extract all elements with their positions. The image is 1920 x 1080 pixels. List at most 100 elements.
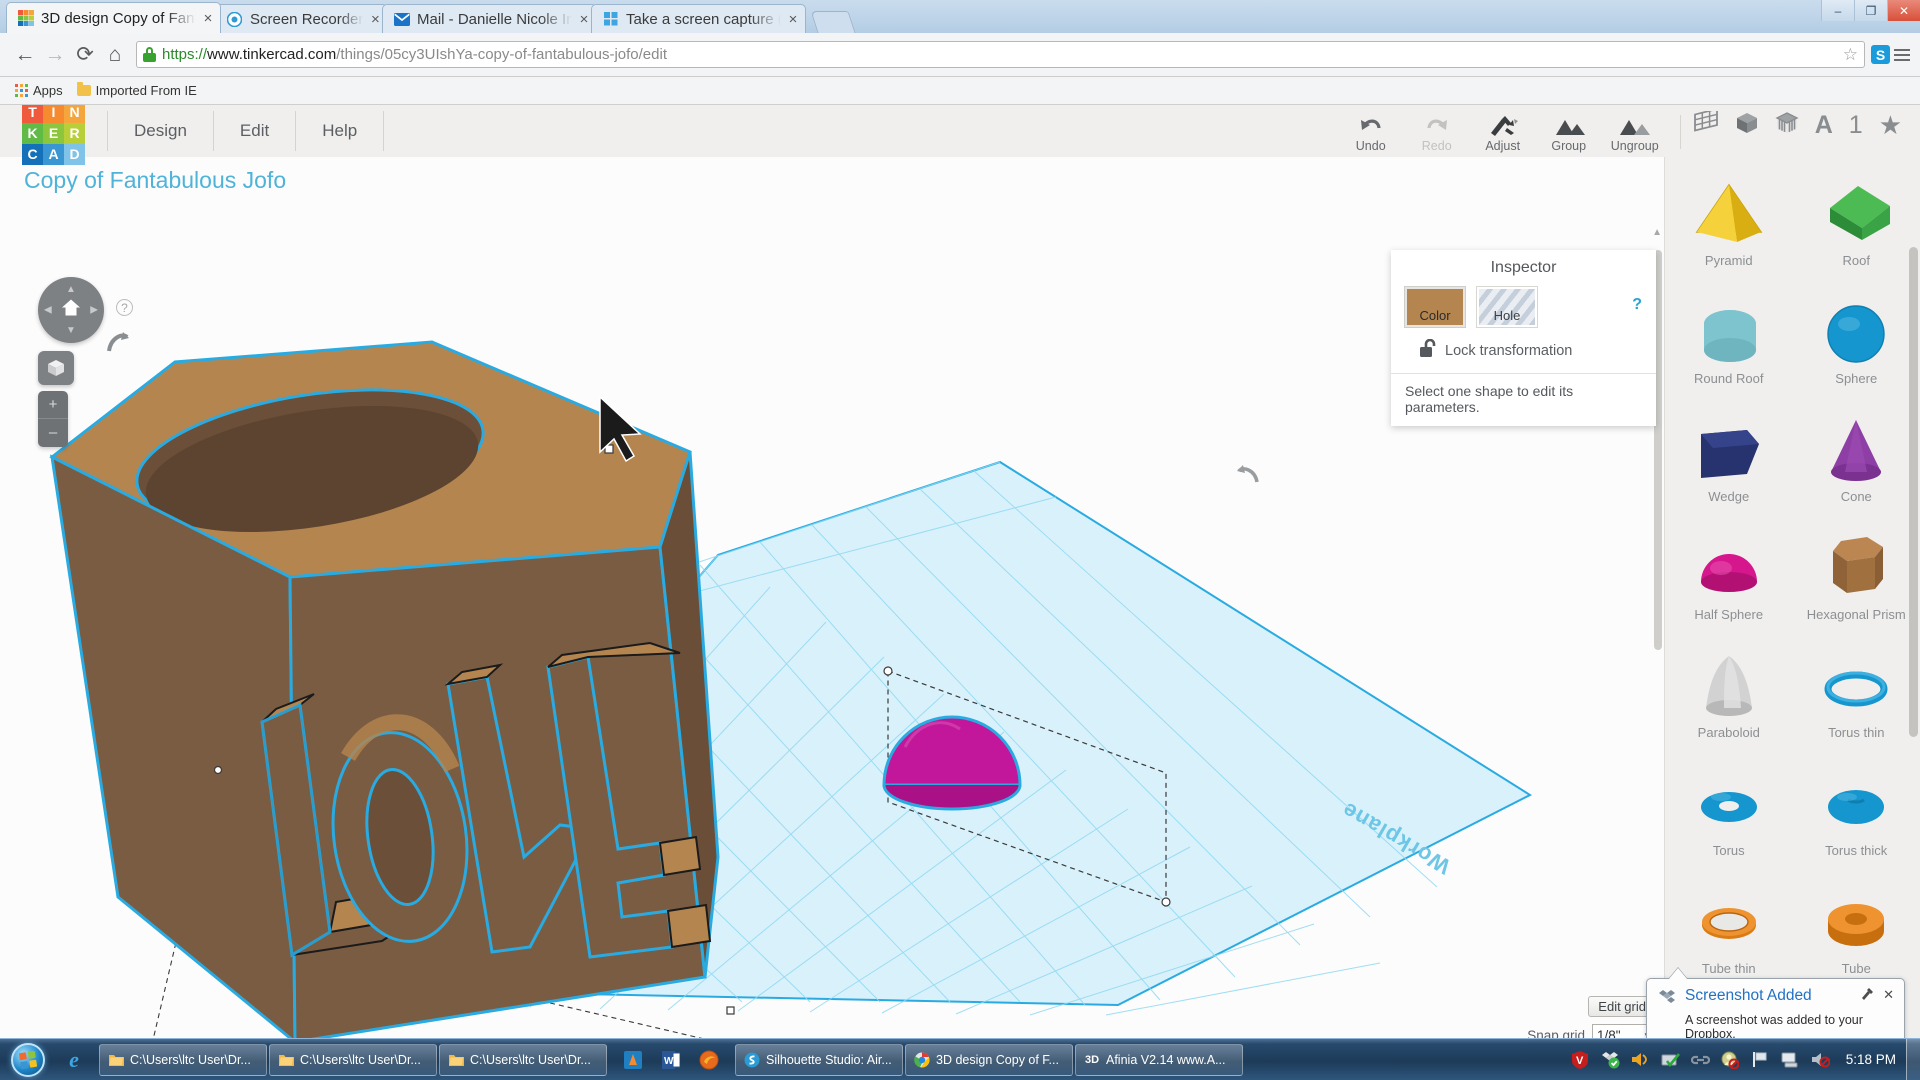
shape-sphere[interactable]: Sphere xyxy=(1793,289,1920,407)
link-icon[interactable] xyxy=(1690,1050,1710,1069)
shape-round-roof[interactable]: Round Roof xyxy=(1665,289,1793,407)
flag-icon[interactable] xyxy=(1751,1050,1770,1069)
striped-cube-icon[interactable] xyxy=(1775,111,1799,140)
tinkercad-logo[interactable]: T I N K E R C A D xyxy=(22,105,85,165)
collapse-palette-button[interactable]: ❯ xyxy=(1664,557,1665,603)
reload-button[interactable]: ⟳ xyxy=(70,40,100,70)
tab-close-button[interactable]: × xyxy=(787,11,799,28)
menu-edit[interactable]: Edit xyxy=(214,111,297,151)
pan-down-arrow[interactable]: ▼ xyxy=(66,325,76,336)
show-desktop-button[interactable] xyxy=(1906,1039,1920,1080)
shape-cone[interactable]: Cone xyxy=(1793,407,1920,525)
user-block-icon[interactable] xyxy=(1721,1050,1740,1069)
forward-button[interactable]: → xyxy=(40,40,70,70)
shape-paraboloid[interactable]: Paraboloid xyxy=(1665,643,1793,761)
back-button[interactable]: ← xyxy=(10,40,40,70)
browser-tab-2[interactable]: Mail - Danielle Nicole Ingr × xyxy=(382,4,598,33)
zoom-out-button[interactable]: – xyxy=(38,419,68,447)
maximize-button[interactable]: ❐ xyxy=(1854,0,1887,21)
menu-icon[interactable] xyxy=(1894,48,1910,61)
tab-close-button[interactable]: × xyxy=(369,11,381,28)
firefox-icon[interactable] xyxy=(697,1048,721,1072)
quick-launch: e xyxy=(61,1047,87,1073)
shape-torus[interactable]: Torus xyxy=(1665,761,1793,879)
browser-tab-0[interactable]: 3D design Copy of Fantab × xyxy=(6,2,221,33)
shape-pyramid[interactable]: Pyramid xyxy=(1665,171,1793,289)
view-navigation-widget[interactable]: ▲ ▼ ◀ ▶ ? + – xyxy=(38,277,133,447)
new-tab-button[interactable] xyxy=(810,11,856,33)
close-window-button[interactable]: ✕ xyxy=(1887,0,1920,21)
undo-button[interactable]: Undo xyxy=(1338,110,1404,153)
word-icon[interactable]: W xyxy=(659,1048,683,1072)
taskbar-item-explorer-1[interactable]: C:\Users\ltc User\Dr... xyxy=(99,1043,267,1076)
dropbox-sync-icon[interactable] xyxy=(1601,1050,1620,1069)
adjust-button[interactable]: Adjust xyxy=(1470,110,1536,153)
browser-tab-3[interactable]: Take a screen capture (pri × xyxy=(591,4,807,33)
star-icon[interactable]: ★ xyxy=(1879,112,1902,138)
taskbar-item-chrome[interactable]: 3D design Copy of F... xyxy=(905,1043,1073,1076)
pan-home-pad[interactable]: ▲ ▼ ◀ ▶ xyxy=(38,277,104,343)
taskbar-item-explorer-3[interactable]: C:\Users\ltc User\Dr... xyxy=(439,1043,607,1076)
hole-swatch-button[interactable]: Hole xyxy=(1476,286,1538,328)
bookmark-imported-from-ie[interactable]: Imported From IE xyxy=(70,81,204,100)
text-a-icon[interactable]: A xyxy=(1815,112,1833,138)
taskbar-item-afinia[interactable]: 3D Afinia V2.14 www.A... xyxy=(1075,1043,1243,1076)
bookmark-star-icon[interactable]: ☆ xyxy=(1843,45,1858,65)
pan-up-arrow[interactable]: ▲ xyxy=(66,284,76,295)
antivirus-shield-icon[interactable]: V xyxy=(1571,1050,1590,1069)
shape-torus-thick[interactable]: Torus thick xyxy=(1793,761,1920,879)
close-icon[interactable]: ✕ xyxy=(1883,987,1894,1003)
group-button[interactable]: Group xyxy=(1536,110,1602,153)
menu-help[interactable]: Help xyxy=(296,111,385,151)
tab-close-button[interactable]: × xyxy=(578,11,590,28)
browser-tab-1[interactable]: Screen Recorder × xyxy=(215,4,389,33)
orbit-arrow-icon[interactable] xyxy=(105,329,131,362)
shape-label: Torus xyxy=(1712,843,1745,858)
home-icon[interactable] xyxy=(61,299,81,322)
taskbar-item-explorer-2[interactable]: C:\Users\ltc User\Dr... xyxy=(269,1043,437,1076)
pan-right-arrow[interactable]: ▶ xyxy=(90,305,98,316)
number-one-icon[interactable]: 1 xyxy=(1849,112,1863,138)
shape-hexagonal-prism[interactable]: Hexagonal Prism xyxy=(1793,525,1920,643)
zoom-controls[interactable]: + – xyxy=(38,391,68,447)
inspector-help-icon[interactable]: ? xyxy=(1632,296,1642,314)
shape-label: Torus thin xyxy=(1828,725,1885,740)
toast-settings-icon[interactable] xyxy=(1861,987,1874,1003)
start-button[interactable] xyxy=(5,1042,51,1078)
home-button[interactable]: ⌂ xyxy=(100,40,130,70)
help-icon[interactable]: ? xyxy=(116,299,133,316)
chevron-up-icon[interactable]: ▲ xyxy=(1652,227,1662,238)
afinia-icon: 3D xyxy=(1084,1053,1100,1066)
zoom-in-button[interactable]: + xyxy=(38,391,68,419)
volume-icon[interactable] xyxy=(1631,1050,1650,1069)
shape-half-sphere[interactable]: Half Sphere xyxy=(1665,525,1793,643)
vlc-cone-icon[interactable] xyxy=(621,1048,645,1072)
taskbar-item-silhouette[interactable]: Silhouette Studio: Air... xyxy=(735,1043,903,1076)
network-icon[interactable] xyxy=(1781,1050,1800,1069)
tinkercad-topbar: T I N K E R C A D Design Edit Help Undo xyxy=(0,105,1920,165)
updates-check-icon[interactable] xyxy=(1661,1050,1680,1069)
shape-roof[interactable]: Roof xyxy=(1793,171,1920,289)
solid-cube-icon[interactable] xyxy=(1735,111,1759,140)
taskbar-loose-icons: W xyxy=(621,1048,721,1072)
palette-scrollbar[interactable] xyxy=(1909,247,1918,737)
view-cube-icon[interactable] xyxy=(38,351,74,385)
minimize-button[interactable]: – xyxy=(1821,0,1854,21)
shape-torus-thin[interactable]: Torus thin xyxy=(1793,643,1920,761)
bookmark-apps[interactable]: Apps xyxy=(8,81,70,100)
mute-icon[interactable] xyxy=(1811,1050,1830,1069)
skype-extension-icon[interactable]: S xyxy=(1871,45,1890,64)
tab-close-button[interactable]: × xyxy=(202,10,214,27)
grid-plane-icon[interactable] xyxy=(1693,107,1719,140)
address-bar[interactable]: https:// www.tinkercad.com /things/05cy3… xyxy=(136,41,1865,68)
color-swatch-button[interactable]: Color xyxy=(1404,286,1466,328)
taskbar-clock[interactable]: 5:18 PM xyxy=(1836,1052,1906,1067)
pan-left-arrow[interactable]: ◀ xyxy=(44,305,52,316)
ie-icon[interactable]: e xyxy=(61,1047,87,1073)
shape-wedge[interactable]: Wedge xyxy=(1665,407,1793,525)
menu-design[interactable]: Design xyxy=(107,111,214,151)
redo-button[interactable]: Redo xyxy=(1404,110,1470,153)
lock-transformation-toggle[interactable]: Lock transformation xyxy=(1391,327,1656,373)
ungroup-button[interactable]: Ungroup xyxy=(1602,110,1668,153)
inspector-title: Inspector xyxy=(1490,259,1557,276)
